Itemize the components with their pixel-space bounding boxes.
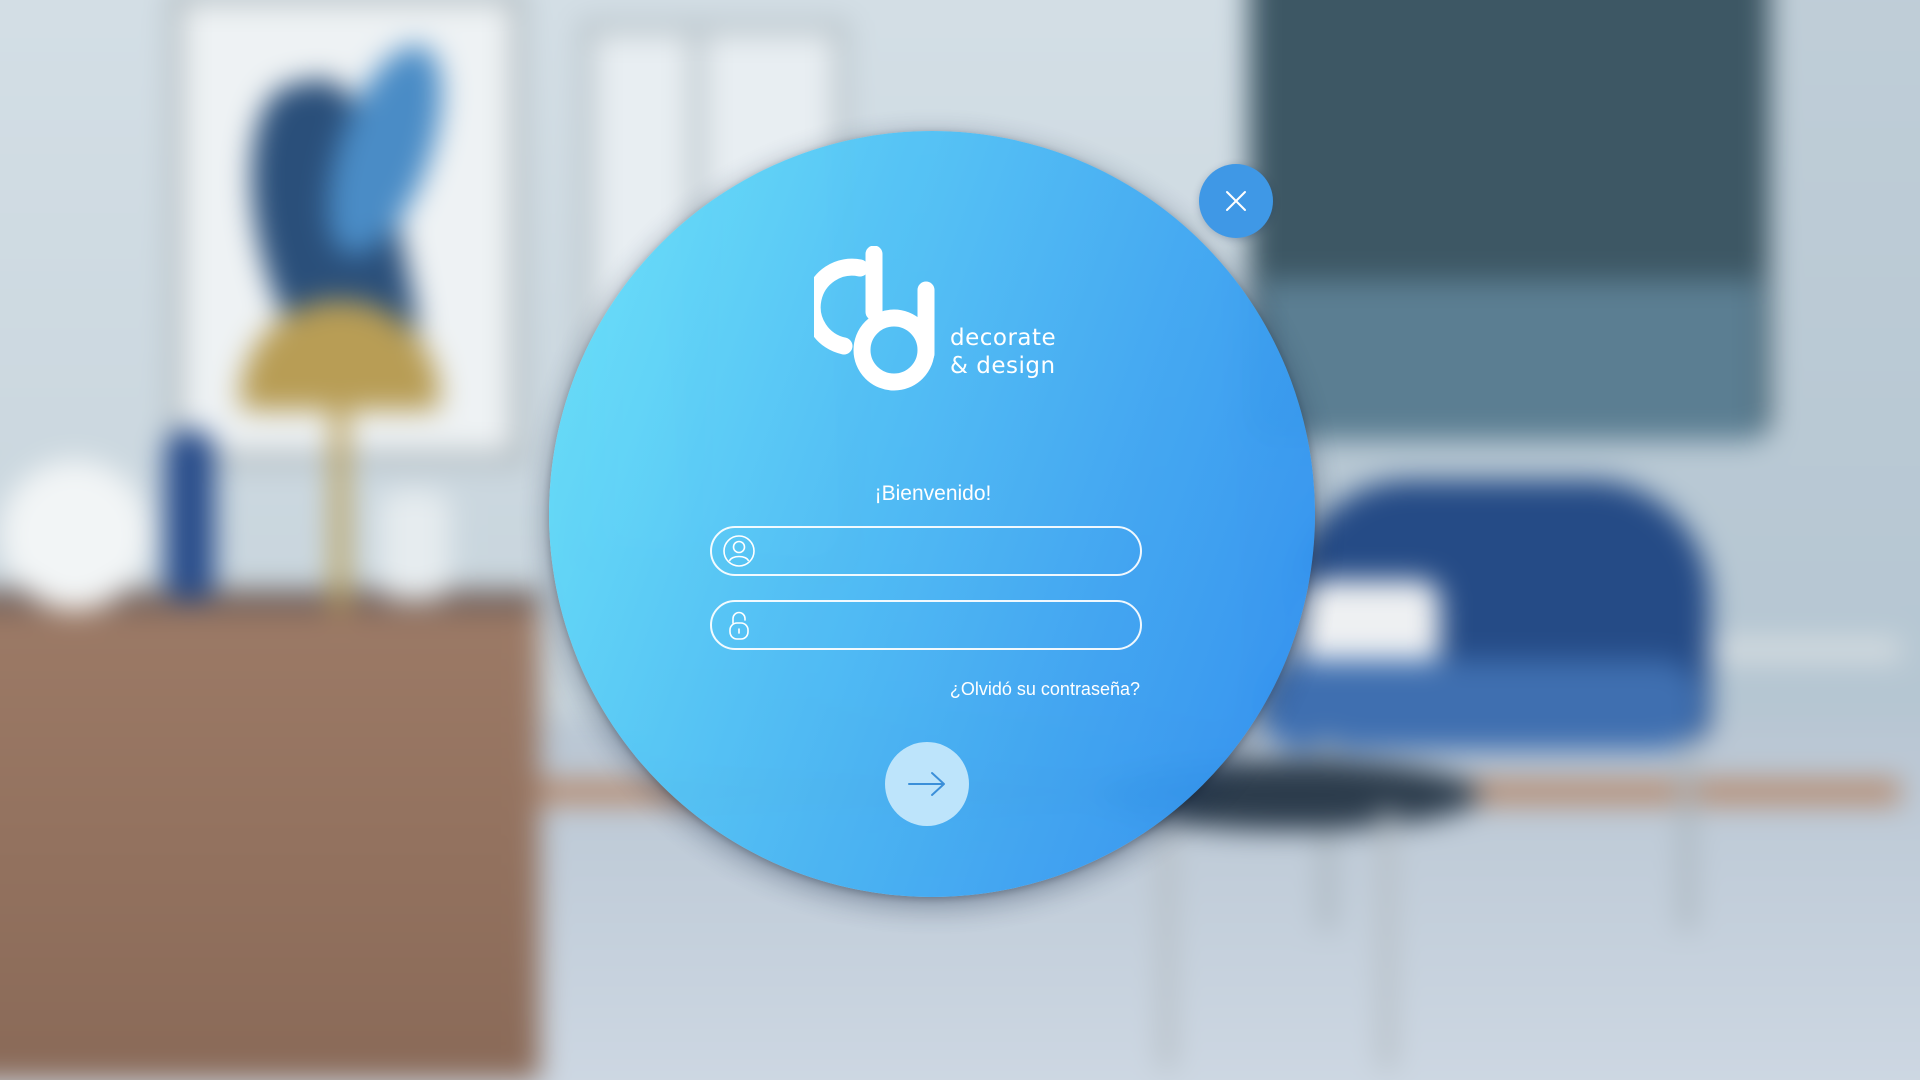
password-field[interactable] bbox=[710, 600, 1142, 650]
logo-line-2: & design bbox=[950, 353, 1056, 379]
logo-wordmark: decorate & design bbox=[950, 324, 1056, 380]
forgot-password-link[interactable]: ¿Olvidó su contraseña? bbox=[920, 679, 1140, 700]
close-button[interactable] bbox=[1199, 164, 1273, 238]
login-screen: decorate & design ¡Bienvenido! ¿Olvidó s… bbox=[0, 0, 1920, 1080]
logo-dd-mark bbox=[814, 246, 935, 391]
submit-button[interactable] bbox=[885, 742, 969, 826]
arrow-right-icon bbox=[908, 772, 945, 796]
user-icon bbox=[723, 535, 755, 567]
password-input[interactable] bbox=[764, 604, 1122, 646]
close-icon bbox=[1226, 191, 1246, 211]
welcome-heading: ¡Bienvenido! bbox=[874, 482, 992, 505]
lock-icon bbox=[729, 611, 749, 640]
username-input[interactable] bbox=[764, 530, 1122, 572]
username-field[interactable] bbox=[710, 526, 1142, 576]
brand-logo: decorate & design bbox=[814, 246, 1074, 396]
logo-line-1: decorate bbox=[950, 325, 1057, 351]
